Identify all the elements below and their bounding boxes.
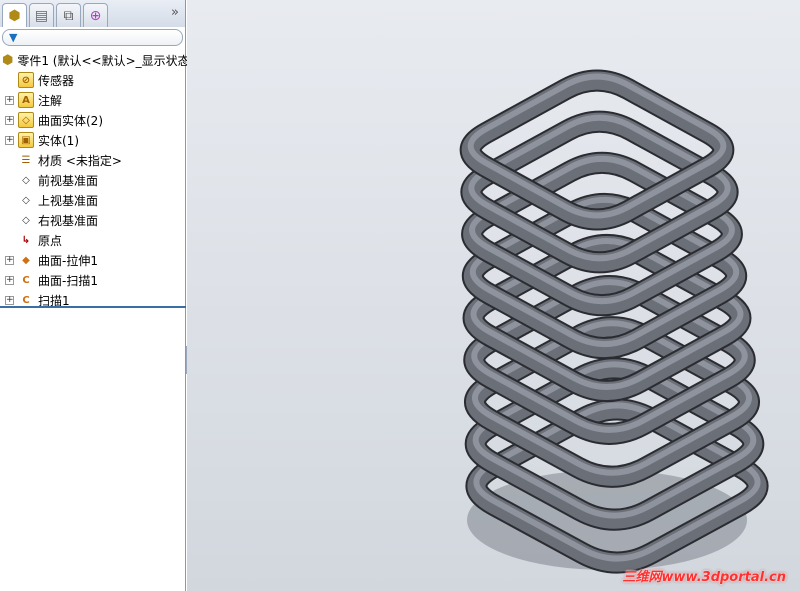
tree-root[interactable]: ⬢ 零件1 (默认<<默认>_显示状态 bbox=[0, 50, 190, 70]
plane-icon: ◇ bbox=[22, 174, 30, 186]
tree-item[interactable]: + ▣ 实体(1) bbox=[0, 130, 185, 150]
expand-toggle[interactable]: + bbox=[5, 275, 14, 285]
feature-tree: ⬢ 零件1 (默认<<默认>_显示状态 ⊘ 传感器 + A 注解 + ◇ 曲面实体(2) + ▣ 实… bbox=[0, 50, 190, 310]
tree-item[interactable]: + ◆ 曲面-拉伸1 bbox=[0, 250, 185, 270]
expand-toggle[interactable]: + bbox=[5, 135, 14, 145]
origin-icon: ↳ bbox=[21, 234, 31, 246]
part-icon: ⬢ bbox=[2, 52, 14, 68]
part-icon: ⬢ bbox=[8, 7, 21, 24]
feature-manager-panel: ⬢ ▤ ⧉ ⊕ » ▼ ⬢ 零件1 (默认<<默认>_显示状态 ⊘ 传感器 + A 注解… bbox=[0, 0, 190, 591]
tree-item[interactable]: + ◇ 曲面实体(2) bbox=[0, 110, 185, 130]
spring-model bbox=[459, 69, 769, 574]
configurationmanager-tab[interactable]: ⧉ bbox=[56, 3, 81, 27]
plane-icon: ◇ bbox=[22, 194, 30, 206]
tree-divider bbox=[0, 306, 186, 308]
tree-item[interactable]: + C 曲面-扫描1 bbox=[0, 270, 185, 290]
tree-item[interactable]: ◇ 右视基准面 bbox=[0, 210, 185, 230]
watermark: 三维网www.3dportal.cn bbox=[622, 570, 786, 585]
filter-icon: ▼ bbox=[9, 31, 18, 44]
expand-toggle[interactable]: + bbox=[5, 115, 14, 125]
expand-toggle[interactable]: + bbox=[5, 255, 14, 265]
tree-filter-input[interactable]: ▼ bbox=[2, 29, 183, 46]
surface-sweep-icon: C bbox=[22, 274, 30, 286]
propertymanager-tab[interactable]: ▤ bbox=[29, 3, 54, 27]
config-icon: ⧉ bbox=[63, 7, 74, 24]
tree-item[interactable]: ◇ 前视基准面 bbox=[0, 170, 185, 190]
graphics-viewport[interactable]: 三维网www.3dportal.cn bbox=[187, 0, 800, 591]
material-icon: ☰ bbox=[21, 154, 31, 166]
annotation-folder-icon: A bbox=[18, 92, 34, 108]
expand-toggle[interactable]: + bbox=[5, 95, 14, 105]
plane-icon: ◇ bbox=[22, 214, 30, 226]
target-icon: ⊕ bbox=[89, 7, 102, 24]
surface-body-folder-icon: ◇ bbox=[18, 112, 34, 128]
tree-item[interactable]: + A 注解 bbox=[0, 90, 185, 110]
tree-item[interactable]: ↳ 原点 bbox=[0, 230, 185, 250]
tree-item[interactable]: ◇ 上视基准面 bbox=[0, 190, 185, 210]
featuremanager-tab[interactable]: ⬢ bbox=[2, 3, 27, 27]
property-icon: ▤ bbox=[34, 7, 49, 24]
solid-body-folder-icon: ▣ bbox=[18, 132, 34, 148]
surface-extrude-icon: ◆ bbox=[22, 254, 30, 266]
dimxpert-tab[interactable]: ⊕ bbox=[83, 3, 108, 27]
tree-item[interactable]: ☰ 材质 <未指定> bbox=[0, 150, 185, 170]
sensor-folder-icon: ⊘ bbox=[18, 72, 34, 88]
tree-item[interactable]: ⊘ 传感器 bbox=[0, 70, 185, 90]
expand-toggle[interactable]: + bbox=[5, 295, 14, 305]
more-tabs-button[interactable]: » bbox=[171, 5, 179, 20]
panel-tabs: ⬢ ▤ ⧉ ⊕ » bbox=[0, 0, 185, 27]
